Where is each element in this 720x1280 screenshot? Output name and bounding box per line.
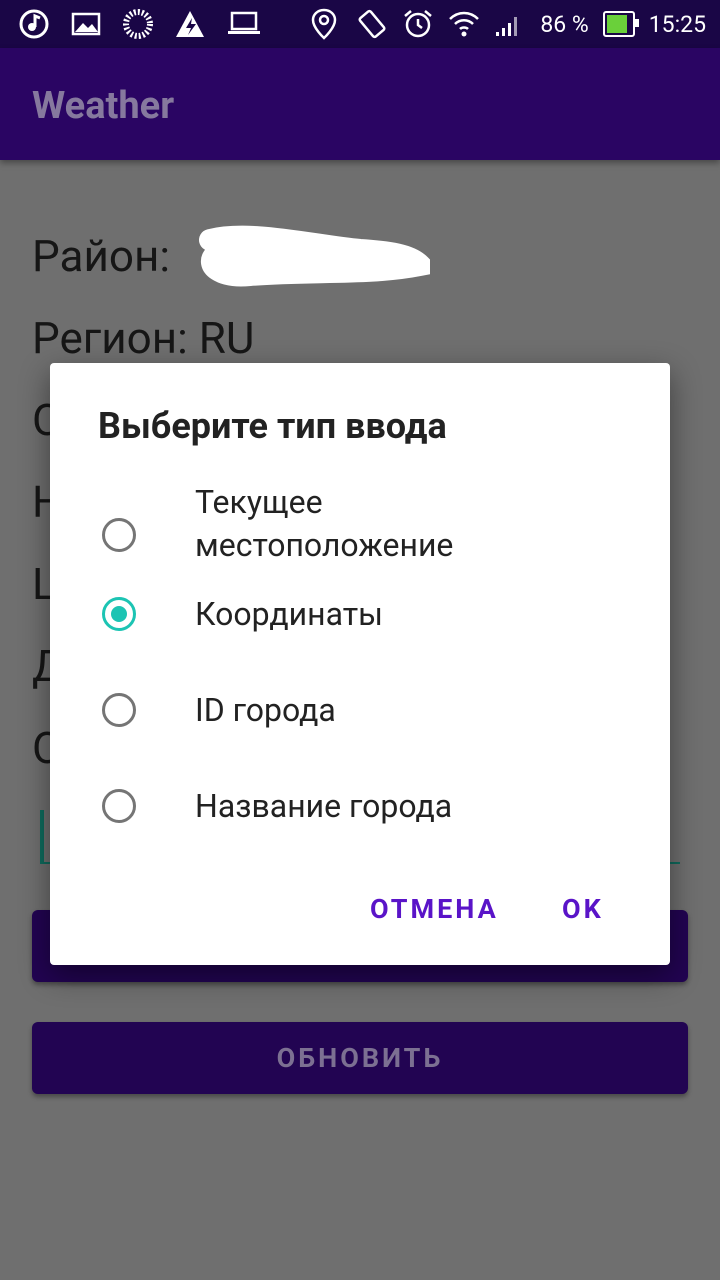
app-title: Weather	[32, 84, 175, 128]
text-cursor	[40, 810, 44, 862]
region-line: Регион: RU	[32, 312, 255, 364]
redaction-scribble	[199, 225, 430, 287]
image-icon	[70, 8, 102, 40]
battery-icon	[602, 11, 639, 37]
rotate-icon	[356, 8, 388, 40]
ok-button[interactable]: OK	[562, 893, 604, 925]
radio-button[interactable]	[102, 789, 136, 823]
radio-button-checked[interactable]	[102, 597, 136, 631]
signal-icon	[494, 8, 526, 40]
clock: 15:25	[648, 10, 706, 38]
battery-percent: 86 %	[540, 10, 589, 38]
input-type-dialog: Выберите тип ввода Текущее местоположени…	[50, 363, 670, 965]
option-coordinates[interactable]: Координаты	[50, 591, 670, 641]
option-city-name[interactable]: Название города	[50, 783, 670, 833]
option-label: Название города	[195, 787, 453, 825]
option-label: Координаты	[195, 595, 383, 633]
option-label-line2: местоположение	[195, 526, 454, 564]
option-label-line1: Текущее	[195, 483, 323, 521]
status-bar: 86 % 15:25	[0, 0, 720, 48]
laptop-icon	[226, 8, 260, 40]
loading-icon	[122, 8, 154, 40]
app-bar: Weather	[0, 48, 720, 160]
warning-icon	[174, 8, 206, 40]
option-label: ID города	[195, 691, 336, 729]
dialog-title: Выберите тип ввода	[98, 405, 447, 447]
location-icon	[310, 8, 342, 40]
radio-button[interactable]	[102, 693, 136, 727]
music-icon	[18, 8, 50, 40]
cancel-button[interactable]: ОТМЕНА	[370, 893, 499, 925]
option-city-id[interactable]: ID города	[50, 687, 670, 737]
alarm-icon	[402, 8, 434, 40]
district-line: Район:	[32, 230, 170, 282]
refresh-button[interactable]: ОБНОВИТЬ	[32, 1022, 688, 1094]
wifi-icon	[448, 8, 480, 40]
radio-button[interactable]	[102, 518, 136, 552]
option-current-location[interactable]: Текущее местоположение	[50, 481, 670, 571]
